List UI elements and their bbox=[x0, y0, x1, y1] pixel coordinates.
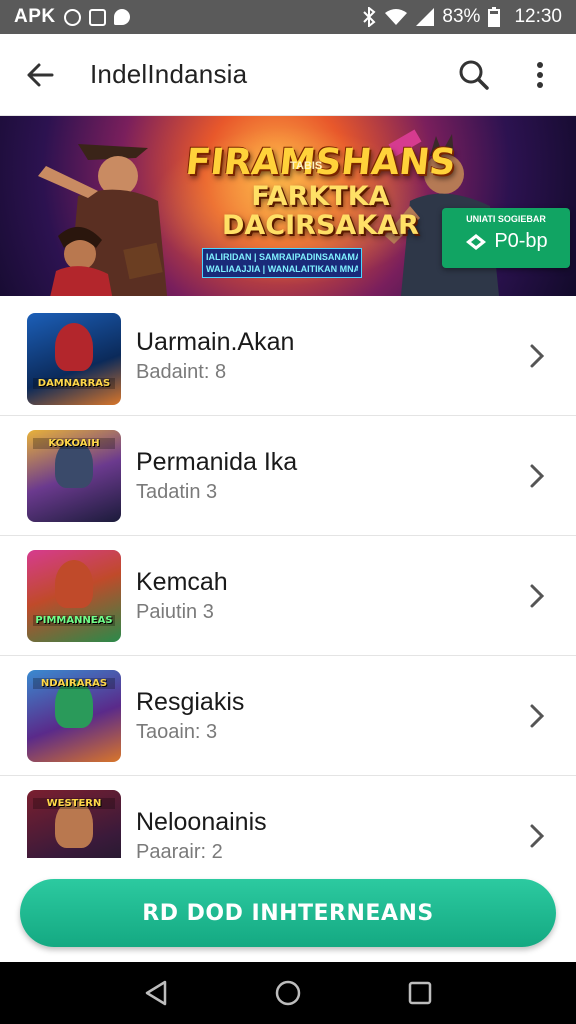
bottom-action-area: RD DOD INHTERNEANS bbox=[0, 858, 576, 962]
chevron-right-icon bbox=[530, 344, 545, 367]
record-notification-icon bbox=[113, 9, 130, 25]
bluetooth-icon bbox=[363, 7, 376, 27]
chevron-right-icon bbox=[530, 464, 545, 487]
more-vert-icon bbox=[537, 61, 543, 88]
thumbnail-figure bbox=[55, 323, 93, 371]
battery-icon bbox=[488, 7, 501, 27]
banner-hero-left-illustration bbox=[38, 144, 168, 296]
item-title: Neloonainis bbox=[136, 807, 267, 836]
item-thumbnail: PIMMANNEAS bbox=[27, 550, 121, 642]
chevron-right-icon bbox=[530, 824, 545, 847]
banner-subtitle-line1: FARKTKA bbox=[251, 181, 390, 212]
nav-home-button[interactable] bbox=[273, 978, 303, 1008]
list-item[interactable]: PIMMANNEAS Kemcah Paiutin 3 bbox=[0, 536, 576, 656]
arrow-back-icon bbox=[27, 63, 54, 86]
item-subtitle: Paarair: 2 bbox=[136, 840, 223, 859]
app-bar: IndelIndansia bbox=[0, 34, 576, 116]
thumbnail-label: PIMMANNEAS bbox=[33, 615, 115, 626]
banner-strip-line1: IALIRIDAN | SAMRAIPADINSANAMA bbox=[206, 252, 358, 262]
item-thumbnail: DAMNARRAS bbox=[27, 313, 121, 405]
system-nav-bar bbox=[0, 962, 576, 1024]
item-text: Uarmain.Akan Badaint: 8 bbox=[136, 327, 294, 385]
nav-recents-button[interactable] bbox=[405, 978, 435, 1008]
thumbnail-label: NDAIRARAS bbox=[33, 678, 115, 689]
banner-cta-button[interactable]: UNIATI SOGIEBAR P0-bp bbox=[442, 208, 570, 268]
page-title: IndelIndansia bbox=[90, 59, 248, 89]
item-title: Uarmain.Akan bbox=[136, 327, 295, 356]
thumbnail-label: DAMNARRAS bbox=[33, 378, 115, 389]
list-item[interactable]: KOKOAIH Permanida Ika Tadatin 3 bbox=[0, 416, 576, 536]
circle-notification-icon bbox=[63, 8, 81, 26]
thumbnail-label: WESTERN bbox=[33, 798, 115, 809]
item-list: DAMNARRAS Uarmain.Akan Badaint: 8 KOKOAI… bbox=[0, 296, 576, 858]
more-options-button[interactable] bbox=[518, 53, 562, 97]
item-subtitle: Badaint: 8 bbox=[136, 360, 227, 383]
thumbnail-figure bbox=[55, 560, 93, 608]
nav-back-button[interactable] bbox=[141, 978, 171, 1008]
signal-icon bbox=[416, 8, 435, 26]
banner-strip-line2: WALIAAJJIA | WANALAITIKAN MNA bbox=[206, 264, 358, 274]
square-notification-icon bbox=[88, 8, 106, 26]
chevron-right-icon bbox=[530, 584, 545, 607]
status-time: 12:30 bbox=[514, 6, 562, 27]
banner-cta-main: P0-bp bbox=[442, 230, 570, 253]
search-icon bbox=[459, 60, 489, 90]
banner-info-strip: IALIRIDAN | SAMRAIPADINSANAMA WALIAAJJIA… bbox=[202, 248, 362, 278]
status-right: 83% 12:30 bbox=[362, 6, 562, 28]
thumbnail-label: KOKOAIH bbox=[33, 438, 115, 449]
item-title: Permanida Ika bbox=[136, 447, 298, 476]
battery-text: 83% bbox=[442, 6, 481, 27]
item-title: Resgiakis bbox=[136, 687, 245, 716]
wifi-icon bbox=[385, 9, 408, 25]
search-button[interactable] bbox=[452, 53, 496, 97]
banner-subtitle-line2: DACIRSAKAR bbox=[222, 210, 419, 241]
back-triangle-icon bbox=[145, 980, 167, 1006]
home-circle-icon bbox=[275, 980, 301, 1006]
status-carrier: APK bbox=[14, 6, 56, 27]
item-text: Neloonainis Paarair: 2 bbox=[136, 807, 267, 859]
list-item[interactable]: WESTERN Neloonainis Paarair: 2 bbox=[0, 776, 576, 858]
status-left: APK bbox=[14, 6, 130, 28]
banner-subtitle: FARKTKA DACIRSAKAR bbox=[222, 182, 419, 240]
list-item[interactable]: DAMNARRAS Uarmain.Akan Badaint: 8 bbox=[0, 296, 576, 416]
recents-square-icon bbox=[408, 981, 432, 1005]
item-subtitle: Taoain: 3 bbox=[136, 720, 218, 743]
banner-small-tag: TABIS bbox=[290, 160, 323, 172]
banner-cta-label: P0-bp bbox=[494, 230, 548, 252]
item-thumbnail: NDAIRARAS bbox=[27, 670, 121, 762]
item-subtitle: Tadatin 3 bbox=[136, 480, 218, 503]
promo-banner[interactable]: FIRAMSHANS TABIS FARKTKA DACIRSAKAR IALI… bbox=[0, 116, 576, 296]
item-subtitle: Paiutin 3 bbox=[136, 600, 214, 623]
list-item[interactable]: NDAIRARAS Resgiakis Taoain: 3 bbox=[0, 656, 576, 776]
diamond-icon bbox=[466, 233, 487, 250]
item-text: Kemcah Paiutin 3 bbox=[136, 567, 228, 625]
item-thumbnail: WESTERN bbox=[27, 790, 121, 858]
item-text: Permanida Ika Tadatin 3 bbox=[136, 447, 297, 505]
item-thumbnail: KOKOAIH bbox=[27, 430, 121, 522]
banner-cta-small-text: UNIATI SOGIEBAR bbox=[466, 214, 546, 224]
chevron-right-icon bbox=[530, 704, 545, 727]
primary-action-button[interactable]: RD DOD INHTERNEANS bbox=[20, 879, 556, 947]
status-bar: APK 83% 12:30 bbox=[0, 0, 576, 34]
item-text: Resgiakis Taoain: 3 bbox=[136, 687, 244, 745]
item-title: Kemcah bbox=[136, 567, 228, 596]
back-button[interactable] bbox=[18, 53, 62, 97]
